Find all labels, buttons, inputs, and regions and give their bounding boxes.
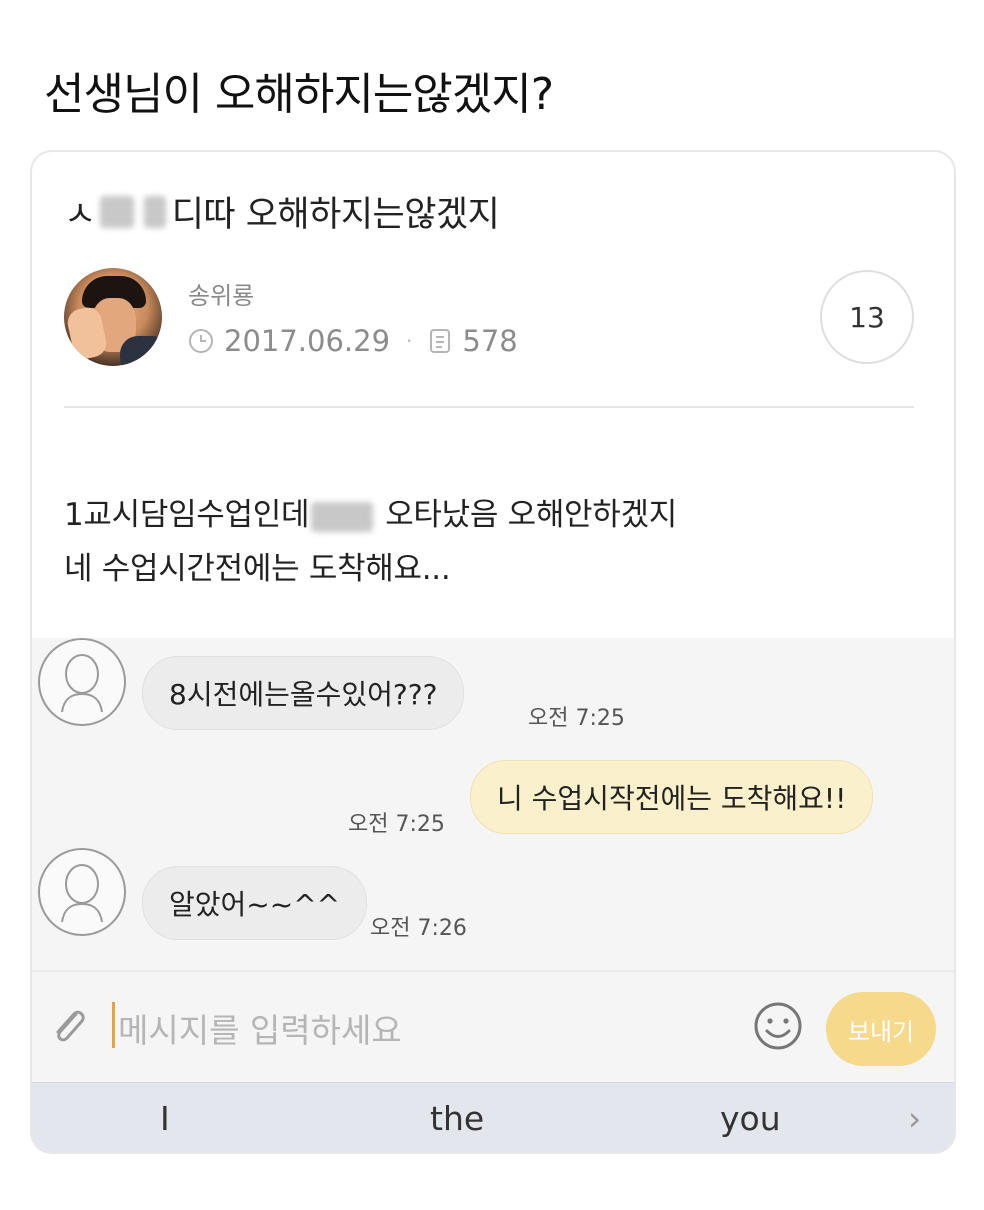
message-bubble-incoming: 알았어~~^^: [142, 866, 368, 940]
message-bubble-outgoing: 니 수업시작전에는 도착해요!!: [470, 760, 874, 834]
blurred-text: [311, 501, 374, 532]
clock-icon: [189, 329, 213, 353]
message-time: 오전 7:25: [528, 706, 625, 731]
message-time: 오전 7:25: [348, 812, 445, 837]
chat-area: 8시전에는올수있어??? 오전 7:25 오전 7:25 니 수업시작전에는 도…: [32, 638, 954, 970]
message-bubble-incoming: 8시전에는올수있어???: [142, 656, 465, 730]
divider: [64, 406, 914, 408]
view-count: 578: [462, 324, 518, 358]
post-title-prefix: ㅅ: [64, 195, 96, 235]
keyboard-suggestion[interactable]: you: [720, 1099, 781, 1138]
post-title: ㅅ 디따 오해하지는않겠지: [64, 186, 500, 237]
keyboard-suggestion-bar: I the you ›: [32, 1082, 954, 1152]
keyboard-suggestion[interactable]: the: [430, 1099, 484, 1138]
text-caret: [112, 1002, 115, 1048]
emoji-icon[interactable]: [752, 1000, 804, 1052]
post-body-line: 1교시담임수업인데 오타났음 오해안하겠지: [64, 497, 677, 533]
keyboard-suggestion[interactable]: I: [160, 1099, 170, 1138]
post-meta: 2017.06.29 · 578: [188, 324, 518, 358]
post-title-suffix: 디따 오해하지는않겠지: [171, 195, 500, 235]
post-date: 2017.06.29: [224, 324, 391, 358]
user-avatar-icon: [38, 848, 126, 936]
message-input-bar: 메시지를 입력하세요 보내기: [32, 970, 954, 1082]
blurred-text: [99, 195, 134, 228]
post-body: 1교시담임수업인데 오타났음 오해안하겠지 네 수업시간전에는 도착해요...: [64, 488, 677, 596]
post-card: ㅅ 디따 오해하지는않겠지 송위룡 2017.06.29 · 578 13 1교…: [30, 150, 956, 1154]
chevron-right-icon[interactable]: ›: [908, 1099, 921, 1138]
paperclip-icon[interactable]: [46, 1002, 94, 1050]
author-avatar[interactable]: [64, 268, 162, 366]
send-button[interactable]: 보내기: [826, 992, 936, 1066]
message-time: 오전 7:26: [370, 916, 467, 941]
document-icon: [430, 329, 451, 353]
comment-count-button[interactable]: 13: [820, 270, 914, 364]
user-avatar-icon: [38, 638, 126, 726]
meta-separator: ·: [406, 329, 413, 353]
page-headline: 선생님이 오해하지는않겠지?: [44, 69, 554, 120]
message-input[interactable]: 메시지를 입력하세요: [118, 1004, 402, 1052]
post-body-line: 네 수업시간전에는 도착해요...: [64, 551, 451, 587]
blurred-text: [143, 195, 166, 228]
author-name[interactable]: 송위룡: [188, 276, 254, 311]
